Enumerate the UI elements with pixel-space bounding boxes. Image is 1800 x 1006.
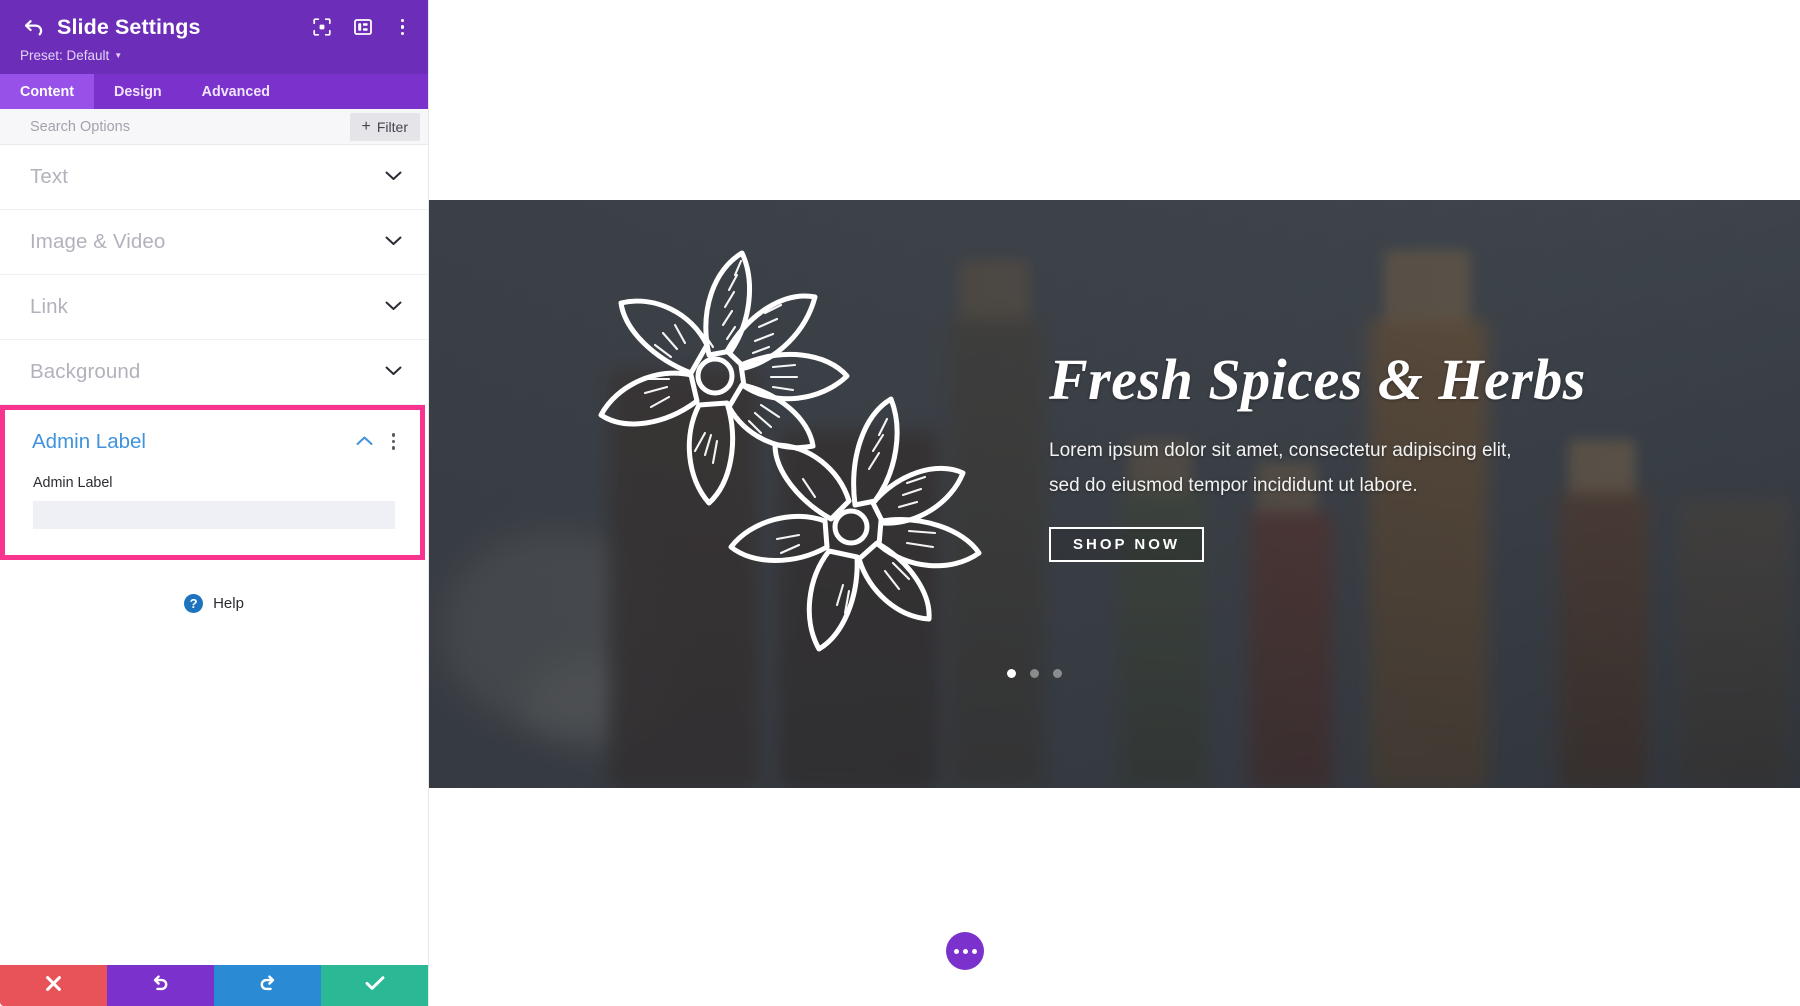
panel-footer bbox=[0, 965, 428, 1006]
undo-arrow-icon bbox=[151, 974, 170, 998]
chevron-down-icon bbox=[385, 363, 402, 381]
slider-dot-3[interactable] bbox=[1053, 669, 1062, 678]
tab-advanced[interactable]: Advanced bbox=[182, 74, 290, 109]
back-arrow-icon[interactable] bbox=[20, 14, 46, 40]
admin-label-input[interactable] bbox=[33, 501, 395, 529]
slide-settings-panel: Slide Settings Preset: Default ▼ Content… bbox=[0, 0, 429, 1006]
slider-pagination bbox=[1007, 669, 1062, 678]
chevron-up-icon[interactable] bbox=[356, 433, 373, 451]
chevron-down-icon bbox=[385, 168, 402, 186]
redo-arrow-icon bbox=[258, 974, 277, 998]
filter-button[interactable]: + Filter bbox=[349, 112, 420, 141]
shop-now-button[interactable]: SHOP NOW bbox=[1049, 527, 1205, 563]
admin-label-section-title: Admin Label bbox=[32, 429, 146, 453]
panel-tabs: Content Design Advanced bbox=[0, 74, 428, 109]
chevron-down-icon bbox=[385, 233, 402, 251]
slider-dot-2[interactable] bbox=[1030, 669, 1039, 678]
panel-body: Text Image & Video Link Background Admin… bbox=[0, 145, 428, 965]
hero-subtitle-line-2: sed do eiusmod tempor incididunt ut labo… bbox=[1049, 475, 1418, 497]
hero-slider: Fresh Spices & Herbs Lorem ipsum dolor s… bbox=[429, 200, 1800, 788]
hero-title: Fresh Spices & Herbs bbox=[1049, 347, 1586, 412]
preset-selector[interactable]: Preset: Default ▼ bbox=[20, 48, 412, 63]
more-horizontal-icon bbox=[953, 948, 959, 954]
tab-content[interactable]: Content bbox=[0, 74, 94, 109]
panel-title: Slide Settings bbox=[57, 14, 201, 39]
plus-icon: + bbox=[361, 117, 371, 135]
checkmark-icon bbox=[365, 975, 385, 996]
cancel-button[interactable] bbox=[0, 965, 107, 1006]
redo-button[interactable] bbox=[214, 965, 321, 1006]
search-row: + Filter bbox=[0, 109, 428, 145]
undo-button[interactable] bbox=[107, 965, 214, 1006]
admin-label-section-header[interactable]: Admin Label bbox=[5, 410, 420, 473]
section-background[interactable]: Background bbox=[0, 340, 428, 405]
preset-label: Preset: Default bbox=[20, 48, 110, 63]
help-label: Help bbox=[213, 595, 244, 612]
hero-subtitle: Lorem ipsum dolor sit amet, consectetur … bbox=[1049, 433, 1689, 503]
page-settings-fab[interactable] bbox=[946, 932, 984, 970]
admin-label-field-label: Admin Label bbox=[33, 475, 113, 491]
hero-content: Fresh Spices & Herbs Lorem ipsum dolor s… bbox=[1049, 347, 1689, 563]
help-button[interactable]: ? Help bbox=[0, 594, 428, 613]
slider-dot-1[interactable] bbox=[1007, 669, 1016, 678]
save-button[interactable] bbox=[321, 965, 428, 1006]
divi-builder-screen: Slide Settings Preset: Default ▼ Content… bbox=[0, 0, 1800, 1006]
admin-label-section-body: Admin Label bbox=[5, 473, 420, 555]
panel-header-actions bbox=[313, 17, 413, 38]
section-link[interactable]: Link bbox=[0, 275, 428, 340]
section-image-video[interactable]: Image & Video bbox=[0, 210, 428, 275]
question-mark-icon: ? bbox=[184, 594, 204, 613]
more-vertical-icon[interactable] bbox=[395, 17, 411, 38]
panel-header: Slide Settings Preset: Default ▼ bbox=[0, 0, 428, 74]
search-input[interactable] bbox=[30, 118, 350, 135]
star-anise-illustration bbox=[559, 235, 999, 655]
close-x-icon bbox=[45, 975, 62, 997]
section-label: Link bbox=[30, 295, 69, 318]
admin-label-section-highlight: Admin Label Admin Label bbox=[0, 405, 425, 560]
section-label: Image & Video bbox=[30, 230, 166, 253]
filter-button-label: Filter bbox=[376, 118, 408, 135]
section-label: Text bbox=[30, 165, 68, 188]
panel-layout-icon[interactable] bbox=[354, 18, 373, 37]
tab-design[interactable]: Design bbox=[94, 74, 182, 109]
more-vertical-icon[interactable] bbox=[387, 431, 401, 452]
hero-subtitle-line-1: Lorem ipsum dolor sit amet, consectetur … bbox=[1049, 439, 1512, 461]
focus-target-icon[interactable] bbox=[313, 18, 332, 37]
section-text[interactable]: Text bbox=[0, 145, 428, 210]
section-label: Background bbox=[30, 360, 141, 383]
chevron-down-icon: ▼ bbox=[114, 50, 123, 60]
page-canvas: Fresh Spices & Herbs Lorem ipsum dolor s… bbox=[429, 0, 1800, 1006]
chevron-down-icon bbox=[385, 298, 402, 316]
